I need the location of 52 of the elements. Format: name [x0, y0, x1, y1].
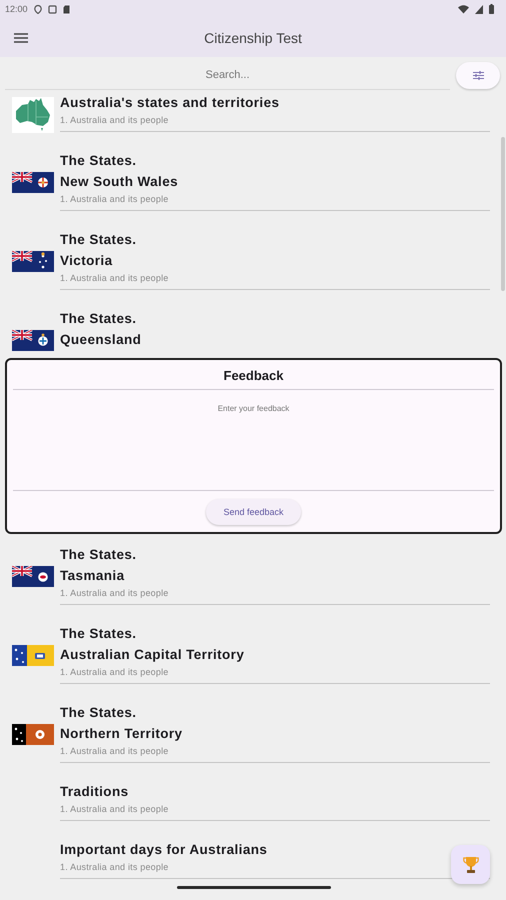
topic-heading: The States.	[60, 152, 136, 170]
flag-icon	[12, 330, 54, 351]
trophy-icon	[462, 856, 478, 874]
topic-subtitle: 1. Australia and its people	[60, 666, 168, 679]
topic-item[interactable]: The States. Northern Territory 1. Australia and its people	[0, 684, 506, 763]
tune-icon	[472, 71, 484, 80]
topic-title: Tasmania	[60, 567, 124, 585]
sd-card-icon	[62, 4, 70, 14]
send-feedback-button[interactable]: Send feedback	[206, 499, 301, 525]
topic-title: Australian Capital Territory	[60, 646, 244, 664]
topic-subtitle: 1. Australia and its people	[60, 803, 168, 816]
topic-heading: The States.	[60, 546, 136, 564]
topic-subtitle: 1. Australia and its people	[60, 114, 168, 127]
topic-item[interactable]: The States. Australian Capital Territory 1. Australia and its people	[0, 605, 506, 684]
topic-subtitle: 1. Australia and its people	[60, 745, 168, 758]
topic-heading: The States.	[60, 310, 136, 328]
wifi-icon	[458, 4, 469, 14]
flag-icon	[12, 645, 54, 666]
topic-title: Northern Territory	[60, 725, 182, 743]
australia-map-icon	[12, 97, 54, 133]
signal-icon	[475, 4, 483, 14]
topic-subtitle: 1. Australia and its people	[60, 587, 168, 600]
topic-heading: The States.	[60, 704, 136, 722]
topic-title: Victoria	[60, 252, 112, 270]
topic-title: Australia's states and territories	[60, 94, 280, 112]
topic-item[interactable]: The States. New South Wales 1. Australia and its people	[0, 132, 506, 211]
topic-item[interactable]: Traditions 1. Australia and its people	[0, 763, 506, 821]
topic-heading: The States.	[60, 231, 136, 249]
topic-title: Important days for Australians	[60, 841, 268, 859]
flag-icon	[12, 724, 54, 745]
topic-title: Queensland	[60, 331, 142, 349]
topic-subtitle: 1. Australia and its people	[60, 272, 168, 285]
flag-icon	[12, 172, 54, 193]
location-icon	[34, 4, 42, 14]
search-field[interactable]: Search...	[5, 61, 450, 90]
topic-heading: The States.	[60, 625, 136, 643]
topic-title: New South Wales	[60, 173, 178, 191]
status-time: 12:00	[5, 4, 28, 14]
topic-subtitle: 1. Australia and its people	[60, 861, 168, 874]
topic-item[interactable]: The States. Victoria 1. Australia and its people	[0, 211, 506, 290]
filter-button[interactable]	[456, 62, 500, 89]
trophy-button[interactable]	[451, 845, 490, 884]
topic-item[interactable]: Australia's states and territories 1. Australia and its people	[0, 92, 506, 132]
menu-icon[interactable]	[14, 33, 28, 43]
square-icon	[48, 4, 57, 14]
topic-title: Traditions	[60, 783, 129, 801]
battery-icon	[489, 4, 494, 14]
topic-item[interactable]: The States. Tasmania 1. Australia and its people	[0, 526, 506, 605]
topic-subtitle: 1. Australia and its people	[60, 193, 168, 206]
app-title: Citizenship Test	[204, 30, 302, 46]
flag-icon	[12, 566, 54, 587]
flag-icon	[12, 251, 54, 272]
